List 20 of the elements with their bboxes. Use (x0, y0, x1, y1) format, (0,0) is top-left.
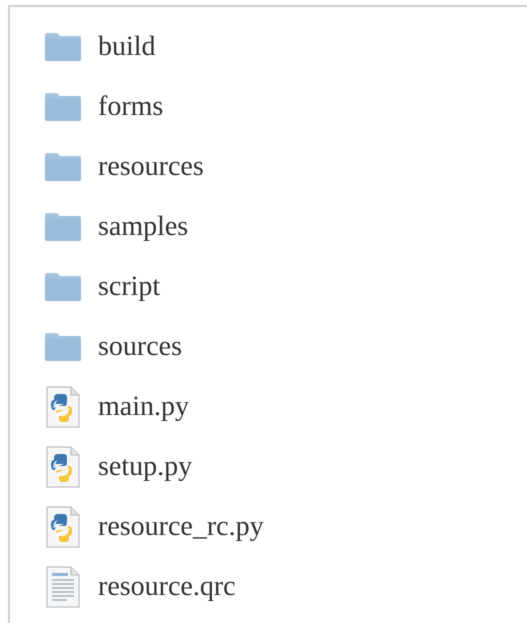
folder-icon (44, 272, 82, 302)
script-file-icon (45, 506, 81, 548)
file-name[interactable]: build (98, 31, 156, 63)
file-name[interactable]: samples (98, 211, 188, 243)
file-name[interactable]: resources (98, 151, 204, 183)
folder-icon (44, 92, 82, 122)
folder-icon (44, 32, 82, 62)
text-file-icon (45, 566, 81, 608)
file-name[interactable]: setup.py (98, 451, 192, 483)
folder-icon (44, 212, 82, 242)
file-name[interactable]: forms (98, 91, 164, 123)
file-name[interactable]: sources (98, 331, 182, 363)
file-name[interactable]: resource.qrc (98, 571, 236, 603)
file-name[interactable]: script (98, 271, 160, 303)
folder-icon (44, 332, 82, 362)
file-name[interactable]: main.py (98, 391, 189, 423)
folder-icon (44, 152, 82, 182)
script-file-icon (45, 446, 81, 488)
file-name[interactable]: resource_rc.py (98, 511, 264, 543)
script-file-icon (45, 386, 81, 428)
